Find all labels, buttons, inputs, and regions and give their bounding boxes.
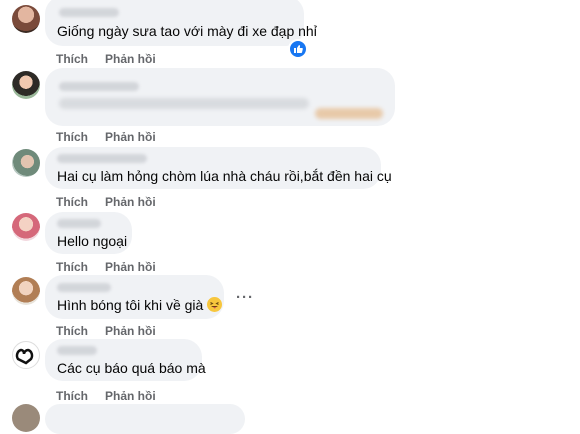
like-reaction-badge[interactable] [288,39,308,59]
avatar[interactable] [12,341,40,369]
author-name[interactable] [57,346,97,355]
like-button[interactable]: Thích [56,324,88,338]
avatar[interactable] [12,404,40,432]
comment-actions: Thích Phản hồi [56,389,173,403]
avatar[interactable] [12,277,40,305]
reply-button[interactable]: Phản hồi [105,130,156,144]
comment-text [315,108,383,119]
laughing-tongue-emoji [207,297,223,312]
avatar[interactable] [12,149,40,177]
heart-hands-icon [15,348,34,365]
reply-button[interactable]: Phản hồi [105,260,156,274]
comment-text: Các cụ báo quá báo mà [57,360,206,376]
comment-bubble: Hai cụ làm hỏng chòm lúa nhà cháu rồi,bắ… [45,147,392,189]
reply-button[interactable]: Phản hồi [105,324,156,338]
reply-button[interactable]: Phản hồi [105,195,156,209]
comment-text: Hai cụ làm hỏng chòm lúa nhà cháu rồi,bắ… [57,168,392,184]
more-options-button[interactable]: ··· [236,289,254,306]
author-name[interactable] [57,219,101,228]
comment-bubble [45,68,395,126]
author-name[interactable] [57,154,147,163]
comment-bubble: Hello ngoại [45,212,132,254]
comment-bubble [45,404,245,434]
like-button[interactable]: Thích [56,130,88,144]
comment-bubble: Các cụ báo quá báo mà [45,339,206,381]
comment-actions: Thích Phản hồi [56,260,173,274]
author-name[interactable] [57,283,111,292]
avatar[interactable] [12,5,40,33]
comment-actions: Thích Phản hồi [56,195,173,209]
like-icon [294,45,303,53]
reply-button[interactable]: Phản hồi [105,389,156,403]
reply-button[interactable]: Phản hồi [105,52,156,66]
like-button[interactable]: Thích [56,195,88,209]
comment-bubble: Giống ngày sưa tao với mày đi xe đạp nhỉ [45,0,317,46]
comment-actions: Thích Phản hồi [56,52,173,66]
comment-text: Hình bóng tôi khi về già [57,296,223,314]
like-button[interactable]: Thích [56,260,88,274]
author-name[interactable] [59,82,139,91]
comment-actions: Thích Phản hồi [56,130,173,144]
comment-bubble: Hình bóng tôi khi về già [45,275,224,319]
comment-text: Giống ngày sưa tao với mày đi xe đạp nhỉ [57,23,317,39]
avatar[interactable] [12,71,40,99]
author-name[interactable] [59,8,119,17]
comment-actions: Thích Phản hồi [56,324,173,338]
like-button[interactable]: Thích [56,52,88,66]
comment-text: Hello ngoại [57,233,128,249]
comment-text [59,98,309,109]
avatar[interactable] [12,213,40,241]
like-button[interactable]: Thích [56,389,88,403]
